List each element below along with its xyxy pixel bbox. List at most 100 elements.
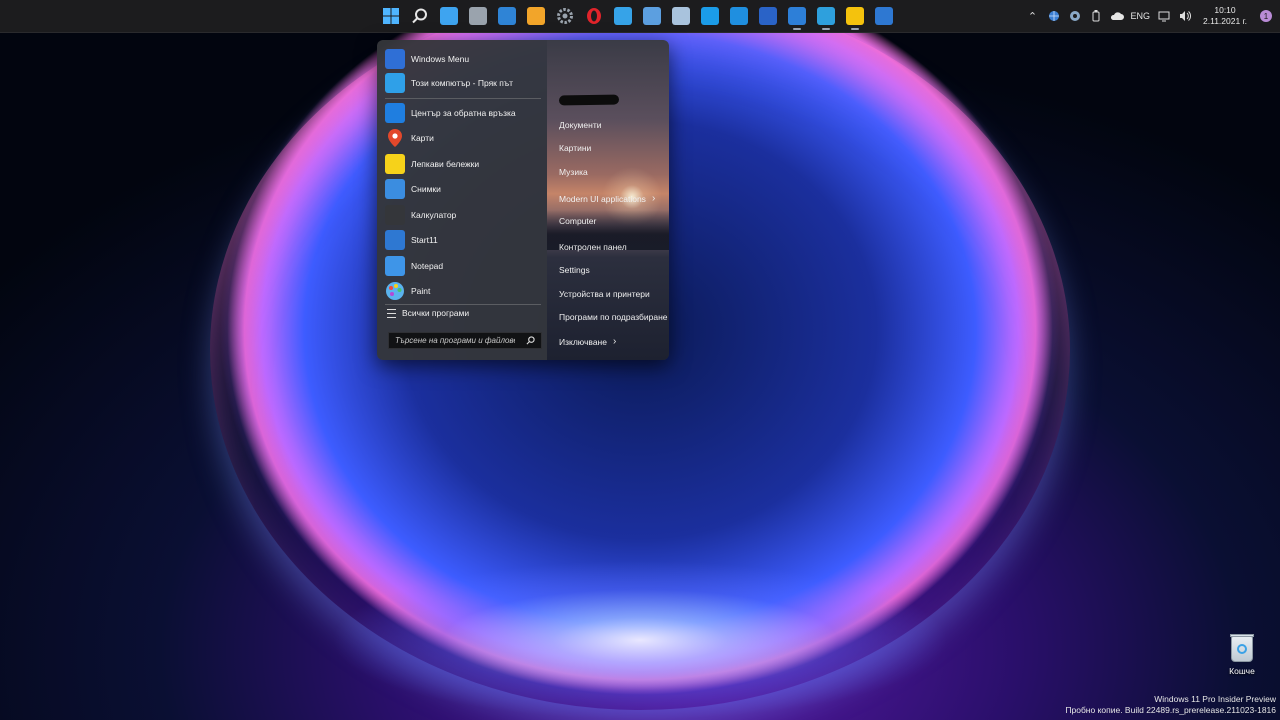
places-item-label: Settings <box>559 265 590 275</box>
taskbar-button-sticky-notes[interactable] <box>842 3 868 30</box>
onedrive-cloud-icon[interactable] <box>1110 9 1124 23</box>
places-item[interactable]: Settings <box>559 265 590 275</box>
task-view-icon <box>440 7 458 25</box>
program-item[interactable]: Start11 <box>385 228 541 252</box>
list-icon <box>387 308 396 318</box>
program-label: Калкулатор <box>411 210 457 220</box>
program-label: Paint <box>411 286 431 296</box>
program-item[interactable]: Notepad <box>385 254 541 278</box>
recycle-bin[interactable]: Кошче <box>1222 634 1262 676</box>
search-box[interactable] <box>388 332 542 349</box>
skype-icon <box>701 7 719 25</box>
places-item-label: Computer <box>559 216 597 226</box>
taskbar-button-search[interactable] <box>407 3 433 29</box>
taskbar-button-globe-edge[interactable] <box>784 3 810 30</box>
places-item-label: Картини <box>559 143 592 153</box>
program-item[interactable]: Лепкави бележки <box>385 152 541 176</box>
places-item[interactable]: Изключване › <box>559 336 616 347</box>
taskbar-button-settings-gear[interactable] <box>552 3 578 29</box>
search-icon <box>411 7 429 25</box>
taskbar-button-mail[interactable] <box>639 3 665 29</box>
this-pc-icon <box>385 73 405 93</box>
menu-separator <box>385 304 541 305</box>
notepad-icon <box>385 256 405 276</box>
taskbar-button-opera[interactable] <box>581 3 607 29</box>
places-item[interactable]: Computer <box>559 216 596 226</box>
taskbar: ⌃ ENG 10:10 2.11.2021 г. 1 <box>0 0 1280 33</box>
photos-icon <box>385 179 405 199</box>
paint-palette-icon <box>385 281 405 301</box>
cloud-sync-icon[interactable] <box>1068 9 1082 23</box>
program-item[interactable]: Paint <box>385 279 541 303</box>
opera-icon <box>585 7 603 25</box>
all-programs-button[interactable]: Всички програми <box>387 308 469 318</box>
taskbar-icons <box>378 3 897 30</box>
taskbar-button-store[interactable] <box>523 3 549 29</box>
clock[interactable]: 10:10 2.11.2021 г. <box>1203 5 1247 27</box>
volume-icon[interactable] <box>1178 9 1192 23</box>
taskbar-button-skype[interactable] <box>697 3 723 29</box>
taskbar-button-monitor[interactable] <box>610 3 636 29</box>
places-item[interactable]: Документи <box>559 120 601 130</box>
calculator-icon <box>469 7 487 25</box>
clock-date: 2.11.2021 г. <box>1203 16 1247 26</box>
places-item-label: Програми по подразбиране <box>559 312 668 322</box>
places-item[interactable]: Картини <box>559 143 591 153</box>
program-label: Снимки <box>411 184 441 194</box>
recycle-bin-label: Кошче <box>1229 666 1255 676</box>
display-network-icon[interactable] <box>1157 9 1171 23</box>
program-item[interactable]: Този компютър - Пряк път <box>385 71 541 95</box>
taskbar-button-start11[interactable] <box>871 3 897 29</box>
chevron-up-icon[interactable]: ⌃ <box>1026 9 1040 23</box>
chart-window-icon <box>672 7 690 25</box>
store-icon <box>527 7 545 25</box>
program-label: Notepad <box>411 261 444 271</box>
taskbar-button-chart-window[interactable] <box>668 3 694 29</box>
program-label: Този компютър - Пряк път <box>411 78 514 88</box>
program-item[interactable]: Център за обратна връзка <box>385 101 541 125</box>
user-name-redacted[interactable] <box>558 94 620 106</box>
language-indicator[interactable]: ENG <box>1131 11 1151 21</box>
windows-menu-icon <box>385 49 405 69</box>
mail-icon <box>643 7 661 25</box>
settings-gear-icon <box>556 7 574 25</box>
telegram-icon <box>817 7 835 25</box>
program-item[interactable]: Windows Menu <box>385 47 541 71</box>
program-item[interactable]: Снимки <box>385 177 541 201</box>
places-item-label: Устройства и принтери <box>559 289 650 299</box>
search-input[interactable] <box>395 336 515 345</box>
usb-device-icon[interactable] <box>1089 9 1103 23</box>
sticky-notes-icon <box>846 7 864 25</box>
taskbar-button-task-view[interactable] <box>436 3 462 29</box>
places-item[interactable]: Устройства и принтери <box>559 289 650 299</box>
taskbar-button-calculator[interactable] <box>465 3 491 29</box>
watermark-build: Пробно копие. Build 22489.rs_prerelease.… <box>1065 705 1276 715</box>
program-label: Windows Menu <box>411 54 470 64</box>
calculator-icon <box>385 205 405 225</box>
all-programs-label: Всички програми <box>402 308 470 318</box>
program-label: Център за обратна връзка <box>411 108 516 118</box>
network-globe-icon[interactable] <box>1047 9 1061 23</box>
places-item[interactable]: Музика <box>559 167 588 177</box>
start11-icon <box>385 230 405 250</box>
notification-badge[interactable]: 1 <box>1260 10 1272 22</box>
places-item[interactable]: Програми по подразбиране <box>559 312 668 322</box>
start-menu-programs: Всички програми Windows Menu Този компютъ… <box>377 40 547 360</box>
taskbar-button-headphones[interactable] <box>726 3 752 29</box>
program-item[interactable]: Карти <box>385 126 541 150</box>
start-menu: Всички програми Windows Menu Този компютъ… <box>377 40 669 360</box>
places-item[interactable]: Контролен панел <box>559 242 627 252</box>
system-tray: ⌃ ENG 10:10 2.11.2021 г. 1 <box>1026 0 1280 32</box>
taskbar-button-photos[interactable] <box>494 3 520 29</box>
search-icon[interactable] <box>526 336 535 345</box>
watermark-edition: Windows 11 Pro Insider Preview <box>1154 694 1276 704</box>
wallpaper-glow <box>330 560 950 720</box>
taskbar-button-media-player[interactable] <box>755 3 781 29</box>
globe-edge-icon <box>788 7 806 25</box>
program-item[interactable]: Калкулатор <box>385 203 541 227</box>
taskbar-button-windows-start[interactable] <box>378 3 404 29</box>
places-item[interactable]: Modern UI applications › <box>559 193 655 204</box>
places-item-label: Контролен панел <box>559 242 627 252</box>
taskbar-button-telegram[interactable] <box>813 3 839 30</box>
windows-start-icon <box>382 7 400 25</box>
